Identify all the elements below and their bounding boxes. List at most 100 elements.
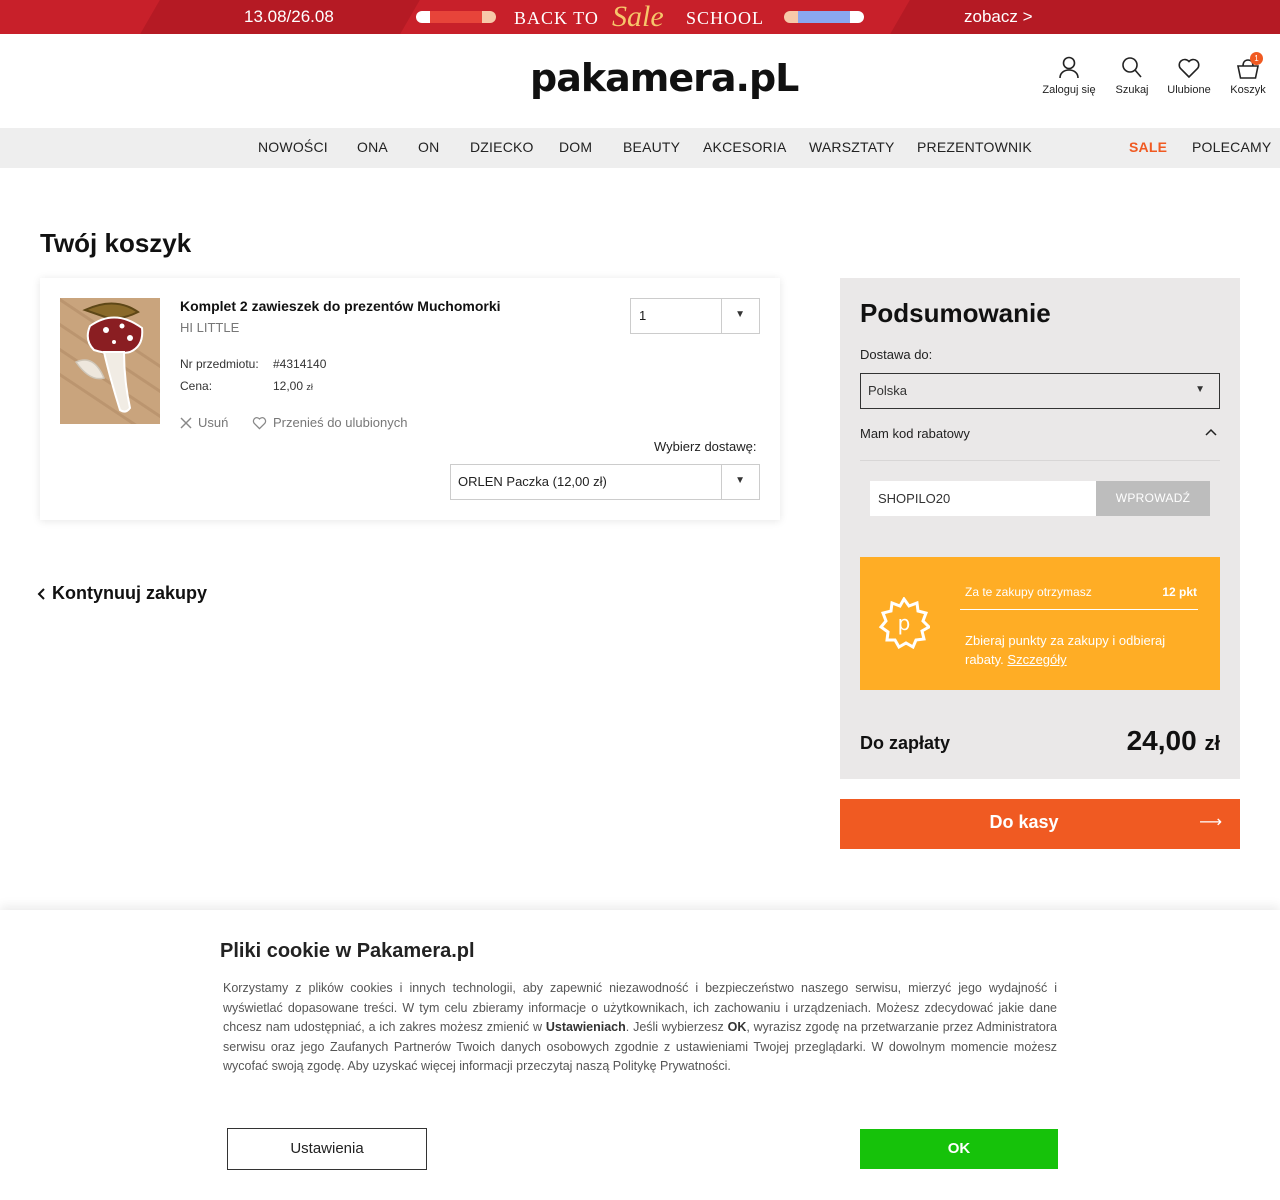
select-divider [721, 465, 722, 499]
apply-coupon-button[interactable]: WPROWADŹ [1096, 481, 1210, 516]
site-header: pakamera.pL Zaloguj się Szukaj Ulubione … [0, 34, 1280, 128]
continue-shopping-link[interactable]: Kontynuuj zakupy [36, 583, 207, 604]
coupon-toggle[interactable]: Mam kod rabatowy [860, 425, 1220, 445]
nav-item-nowosci[interactable]: NOWOŚCI [258, 139, 328, 155]
points-value: 12 pkt [1162, 585, 1197, 599]
promo-banner[interactable]: 13.08/26.08 BACK TO Sale SCHOOL zobacz > [0, 0, 1280, 34]
nav-item-akcesoria[interactable]: AKCESORIA [703, 139, 787, 155]
total-value: 24,00 zł [1127, 725, 1220, 757]
nav-item-dom[interactable]: DOM [559, 139, 592, 155]
cookie-ok-bold: OK [727, 1020, 747, 1034]
nav-item-beauty[interactable]: BEAUTY [623, 139, 680, 155]
search-label: Szukaj [1115, 84, 1149, 96]
points-details-link[interactable]: Szczegóły [1007, 652, 1066, 667]
price-label: Cena: [180, 379, 213, 393]
nav-item-sale[interactable]: SALE [1129, 139, 1167, 155]
summary-title: Podsumowanie [860, 298, 1051, 328]
points-badge-icon: p [878, 597, 930, 649]
ship-to-label: Dostawa do: [860, 347, 933, 362]
cart-item-card: Komplet 2 zawieszek do prezentów Muchomo… [40, 278, 780, 520]
product-brand-link[interactable]: HI LITTLE [180, 320, 239, 335]
main-nav: NOWOŚCI ONA ON DZIECKO DOM BEAUTY AKCESO… [0, 128, 1280, 168]
pencil-icon [416, 11, 496, 23]
nav-item-prezentownik[interactable]: PREZENTOWNIK [917, 139, 1032, 155]
points-header-label: Za te zakupy otrzymasz [965, 585, 1092, 599]
nav-item-dziecko[interactable]: DZIECKO [470, 139, 534, 155]
chevron-up-icon [1205, 428, 1217, 436]
coupon-toggle-label: Mam kod rabatowy [860, 426, 970, 441]
page-title: Twój koszyk [40, 228, 192, 258]
cookie-text-part: . Jeśli wybierzesz [625, 1020, 728, 1034]
favorites-button[interactable]: Ulubione [1162, 56, 1216, 96]
divider [860, 460, 1220, 461]
loyalty-points-box: p Za te zakupy otrzymasz 12 pkt Zbieraj … [860, 557, 1220, 690]
checkout-button[interactable]: Do kasy ⟶ [840, 799, 1240, 849]
total-currency: zł [1204, 733, 1220, 755]
cookie-text: Korzystamy z plików cookies i innych tec… [223, 979, 1057, 1077]
promo-word-sale: Sale [612, 0, 664, 33]
site-logo[interactable]: pakamera.pL [530, 56, 799, 100]
order-summary: Podsumowanie Dostawa do: Polska ▼ Mam ko… [840, 278, 1240, 779]
cookie-title: Pliki cookie w Pakamera.pl [220, 940, 475, 962]
price-amount: 12,00 [273, 379, 304, 393]
search-icon [1122, 57, 1142, 78]
chevron-left-icon [37, 587, 45, 600]
cart-label: Koszyk [1230, 84, 1266, 96]
move-to-favorites-label: Przenieś do ulubionych [273, 415, 408, 430]
product-title-link[interactable]: Komplet 2 zawieszek do prezentów Muchomo… [180, 298, 501, 314]
quantity-value: 1 [639, 308, 647, 323]
login-button[interactable]: Zaloguj się [1036, 56, 1102, 96]
arrow-right-icon: ⟶ [1199, 814, 1222, 831]
cart-button[interactable]: 1 Koszyk [1224, 52, 1272, 96]
total-amount: 24,00 [1126, 725, 1197, 756]
product-image[interactable] [60, 298, 160, 424]
promo-cta-link[interactable]: zobacz > [964, 7, 1033, 27]
cookie-settings-button[interactable]: Ustawienia [227, 1128, 427, 1170]
remove-item-button[interactable]: Usuń [180, 415, 228, 430]
nav-item-ona[interactable]: ONA [357, 139, 388, 155]
nav-item-on[interactable]: ON [418, 139, 439, 155]
remove-item-label: Usuń [198, 415, 229, 430]
points-header: Za te zakupy otrzymasz 12 pkt [965, 585, 1197, 599]
promo-word-back-to: BACK TO [514, 8, 599, 28]
close-icon [180, 417, 192, 428]
price-value: 12,00 zł [273, 379, 313, 393]
promo-stripe [890, 0, 1280, 34]
shipping-select[interactable]: ORLEN Paczka (12,00 zł) ▼ [450, 464, 760, 500]
shipping-value: ORLEN Paczka (12,00 zł) [458, 474, 607, 489]
nav-item-warsztaty[interactable]: WARSZTATY [809, 139, 895, 155]
price-currency: zł [306, 382, 313, 392]
svg-text:p: p [898, 611, 911, 635]
quantity-select[interactable]: 1 ▼ [630, 298, 760, 334]
search-button[interactable]: Szukaj [1110, 56, 1154, 96]
heart-icon [1178, 58, 1200, 79]
cookie-consent-banner: Pliki cookie w Pakamera.pl Korzystamy z … [0, 910, 1280, 1200]
divider [960, 609, 1198, 610]
cookie-ok-button[interactable]: OK [860, 1129, 1058, 1169]
total-label: Do zapłaty [860, 733, 951, 753]
cart-count-badge: 1 [1250, 52, 1263, 65]
caret-down-icon: ▼ [1195, 384, 1205, 395]
points-description: Zbieraj punkty za zakupy i odbieraj raba… [965, 631, 1205, 669]
promo-word-school: SCHOOL [686, 8, 765, 28]
checkout-label: Do kasy [989, 812, 1059, 832]
select-divider [721, 299, 722, 333]
mushroom-tag-image [60, 298, 160, 424]
country-select[interactable]: Polska ▼ [860, 373, 1220, 409]
nav-item-polecamy[interactable]: POLECAMY [1192, 139, 1271, 155]
caret-down-icon: ▼ [735, 309, 745, 320]
coupon-code-input[interactable] [870, 481, 1096, 516]
shipping-label: Wybierz dostawę: [654, 439, 757, 454]
move-to-favorites-button[interactable]: Przenieś do ulubionych [252, 415, 407, 430]
item-number-value: #4314140 [273, 357, 327, 371]
continue-shopping-label: Kontynuuj zakupy [52, 583, 208, 603]
pencil-icon [784, 11, 864, 23]
user-icon [1059, 56, 1079, 79]
caret-down-icon: ▼ [735, 475, 745, 486]
heart-icon [252, 416, 267, 430]
favorites-label: Ulubione [1167, 84, 1211, 96]
item-number-label: Nr przedmiotu: [180, 357, 259, 371]
promo-dates: 13.08/26.08 [244, 7, 334, 26]
login-label: Zaloguj się [1042, 84, 1096, 96]
country-value: Polska [868, 383, 908, 398]
